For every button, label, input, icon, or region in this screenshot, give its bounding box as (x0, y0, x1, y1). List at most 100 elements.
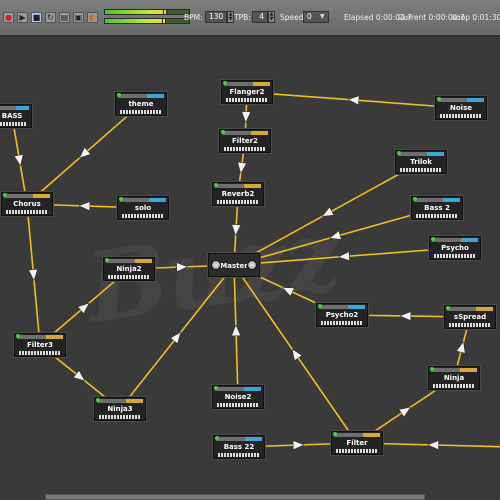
machine-pan-slider[interactable] (442, 198, 460, 202)
wire-arrow-filter-master[interactable] (291, 348, 303, 361)
machine-name: Chorus (13, 200, 41, 208)
wire-arrow-ninja3-master[interactable] (170, 331, 182, 344)
machine-mixer-bar[interactable] (120, 198, 166, 202)
machine-flanger2[interactable]: Flanger2 (221, 80, 273, 104)
wire-arrow-trilok-master[interactable] (321, 206, 335, 217)
machine-theme[interactable]: theme (115, 92, 167, 116)
wire-arrow-noise2-master[interactable] (231, 324, 242, 337)
machine-sspread[interactable]: sSpread (444, 305, 496, 329)
machine-status-led (397, 151, 401, 155)
machine-name: sSpread (453, 313, 487, 321)
machine-filter[interactable]: Filter (331, 431, 383, 455)
wire-arrow-filter2-reverb2[interactable] (237, 161, 247, 175)
machine-mixer-bar[interactable] (222, 131, 268, 135)
machine-status-led (431, 237, 435, 241)
machine-mixer-bar[interactable] (319, 305, 365, 309)
machine-bass2[interactable]: Bass 2 (411, 196, 463, 220)
wire-arrow-bass-chorus[interactable] (13, 154, 24, 167)
machine-status-led (16, 334, 20, 338)
machine-pan-slider[interactable] (347, 305, 365, 309)
machine-keyboard-icon (416, 214, 458, 218)
wire-arrow-psycho2-master[interactable] (281, 287, 295, 297)
machine-mixer-bar[interactable] (438, 98, 484, 102)
machine-mixer-bar[interactable] (224, 82, 270, 86)
wire-arrow-reverb2-master[interactable] (231, 224, 242, 237)
machine-mixer-bar[interactable] (398, 152, 444, 156)
machine-chorus[interactable]: Chorus (1, 192, 53, 216)
machine-master[interactable]: Master (208, 253, 260, 277)
machine-pan-slider[interactable] (16, 106, 29, 110)
wire-arrow-filter3-ninja3[interactable] (73, 370, 86, 382)
machine-pan-slider[interactable] (148, 198, 166, 202)
machine-mixer-bar[interactable] (216, 437, 262, 441)
wire-arrow-noise-flanger2[interactable] (347, 95, 360, 106)
machine-reverb2[interactable]: Reverb2 (212, 182, 264, 206)
machine-status-led (117, 93, 121, 97)
machine-keyboard-icon (400, 168, 442, 172)
wire-arrow-flanger2-filter2[interactable] (241, 111, 252, 124)
machine-pan-slider[interactable] (146, 94, 164, 98)
machine-mixer-bar[interactable] (0, 106, 29, 110)
machine-mixer-bar[interactable] (414, 198, 460, 202)
machine-pan-slider[interactable] (460, 238, 478, 242)
wire-arrow-filter-ninja[interactable] (398, 406, 412, 418)
machine-noise2[interactable]: Noise2 (212, 385, 264, 409)
machine-mixer-bar[interactable] (432, 238, 478, 242)
machine-mixer-bar[interactable] (97, 399, 143, 403)
wire-arrow-sspread-psycho2[interactable] (399, 311, 412, 321)
machine-pan-slider[interactable] (362, 433, 380, 437)
machine-pan-slider[interactable] (475, 307, 493, 311)
machine-mixer-bar[interactable] (447, 307, 493, 311)
wire-arrow-ninja-sspread[interactable] (456, 341, 466, 354)
master-pan-knob[interactable] (247, 260, 257, 270)
machine-keyboard-icon (321, 321, 363, 325)
machine-name: theme (128, 100, 154, 108)
wire-arrow-offscreen-filter[interactable] (427, 440, 439, 451)
machine-ninja3[interactable]: Ninja3 (94, 397, 146, 421)
machine-bass22[interactable]: Bass 22 (213, 435, 265, 459)
machine-status-led (437, 97, 441, 101)
machine-mixer-bar[interactable] (431, 368, 477, 372)
wire-arrow-bass22-filter[interactable] (292, 440, 305, 451)
machine-ninja[interactable]: Ninja (428, 366, 480, 390)
machine-mixer-bar[interactable] (215, 387, 261, 391)
machine-ninja2[interactable]: Ninja2 (103, 257, 155, 281)
machine-noise[interactable]: Noise (435, 96, 487, 120)
machine-pan-slider[interactable] (252, 82, 270, 86)
machine-mixer-bar[interactable] (334, 433, 380, 437)
machine-pan-slider[interactable] (125, 399, 143, 403)
machine-solo[interactable]: solo (117, 196, 169, 220)
machine-mixer-bar[interactable] (118, 94, 164, 98)
machine-name: Flanger2 (229, 88, 265, 96)
machine-pan-slider[interactable] (243, 184, 261, 188)
machine-status-led (430, 367, 434, 371)
machine-pan-slider[interactable] (426, 152, 444, 156)
machine-mixer-bar[interactable] (215, 184, 261, 188)
machine-pan-slider[interactable] (459, 368, 477, 372)
wire-arrow-bass2-master[interactable] (329, 230, 342, 240)
machine-psycho[interactable]: Psycho (429, 236, 481, 260)
machine-mixer-bar[interactable] (4, 194, 50, 198)
wire-arrow-ninja2-master[interactable] (176, 262, 189, 273)
machine-pan-slider[interactable] (244, 437, 262, 441)
wire-arrow-chorus-filter3[interactable] (28, 269, 38, 282)
machine-pan-slider[interactable] (250, 131, 268, 135)
machine-bass[interactable]: BASS (0, 104, 32, 128)
machine-keyboard-icon (224, 147, 266, 151)
machine-pan-slider[interactable] (32, 194, 50, 198)
machine-mixer-bar[interactable] (17, 335, 63, 339)
machine-pan-slider[interactable] (134, 259, 152, 263)
machine-trilok[interactable]: Trilok (395, 150, 447, 174)
machine-pan-slider[interactable] (45, 335, 63, 339)
machine-pan-slider[interactable] (243, 387, 261, 391)
machine-psycho2[interactable]: Psycho2 (316, 303, 368, 327)
machine-status-led (221, 130, 225, 134)
machine-filter3[interactable]: Filter3 (14, 333, 66, 357)
machine-pan-slider[interactable] (466, 98, 484, 102)
wire-arrow-psycho-master[interactable] (337, 251, 350, 261)
machine-filter2[interactable]: Filter2 (219, 129, 271, 153)
master-volume-knob[interactable] (211, 260, 221, 270)
wire-arrow-solo-chorus[interactable] (78, 201, 91, 212)
machine-mixer-bar[interactable] (106, 259, 152, 263)
horizontal-scrollbar[interactable] (45, 494, 425, 500)
